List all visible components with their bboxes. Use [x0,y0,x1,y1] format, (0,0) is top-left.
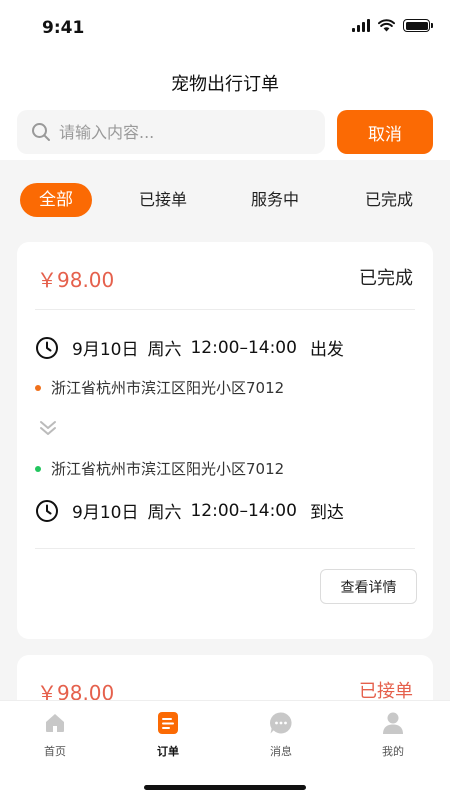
search-bar[interactable] [17,110,325,154]
nav-orders-label: 订单 [157,745,179,758]
arrive-time: 12:00–14:00 [190,500,297,521]
status-icons [352,19,433,32]
view-details-button[interactable]: 查看详情 [320,569,417,604]
nav-profile-label: 我的 [382,745,404,758]
tab-all[interactable]: 全部 [20,183,92,217]
destination-address: 浙江省杭州市滨江区阳光小区7012 [35,458,284,479]
nav-home-label: 首页 [44,745,66,758]
divider [35,309,415,310]
order-price: ￥98.00 [37,268,115,292]
arrive-row: 9月10日 周六 12:00–14:00 到达 [35,498,344,523]
filter-tabs: 全部 已接单 服务中 已完成 [0,160,450,240]
status-bar: 9:41 [0,0,450,56]
destination-dot [35,465,41,472]
depart-time: 12:00–14:00 [190,337,297,358]
bottom-tab-bar: 首页 订单 消息 我的 [0,700,450,800]
tab-completed[interactable]: 已完成 [356,183,422,217]
nav-messages-label: 消息 [270,745,292,758]
chevron-double-down-icon [40,421,56,435]
clock-icon [36,336,58,359]
home-indicator [144,785,306,790]
status-time: 9:41 [42,18,85,38]
wifi-icon [378,19,395,32]
nav-home[interactable]: 首页 [25,711,85,759]
depart-row: 9月10日 周六 12:00–14:00 出发 [35,335,344,360]
order-status: 已完成 [359,268,413,289]
divider [35,548,415,549]
page-title: 宠物出行订单 [171,74,279,95]
search-icon [32,123,50,141]
arrive-weekday: 周六 [147,503,182,523]
arrive-label: 到达 [309,503,344,523]
origin-address: 浙江省杭州市滨江区阳光小区7012 [35,377,284,398]
signal-icon [352,19,370,32]
order-card[interactable]: ￥98.00 已完成 9月10日 周六 12:00–14:00 出发 浙江省杭州… [17,242,433,639]
nav-profile[interactable]: 我的 [363,711,423,759]
search-input[interactable] [59,122,299,142]
depart-date: 9月10日 [72,340,139,360]
nav-messages[interactable]: 消息 [251,711,311,759]
arrive-date: 9月10日 [72,503,139,523]
tab-accepted[interactable]: 已接单 [130,183,196,217]
destination-text: 浙江省杭州市滨江区阳光小区7012 [51,460,285,478]
clock-icon [36,499,58,522]
home-icon [46,714,64,732]
tab-in-service[interactable]: 服务中 [242,183,308,217]
order-icon [158,712,178,734]
origin-text: 浙江省杭州市滨江区阳光小区7012 [51,379,285,397]
header: 宠物出行订单 取消 [0,56,450,160]
message-icon [269,712,292,734]
origin-dot [35,384,41,391]
nav-orders[interactable]: 订单 [138,711,198,759]
depart-weekday: 周六 [147,340,182,360]
cancel-button[interactable]: 取消 [337,110,433,154]
depart-label: 出发 [309,340,344,360]
battery-icon [403,19,433,32]
profile-icon [383,712,403,734]
